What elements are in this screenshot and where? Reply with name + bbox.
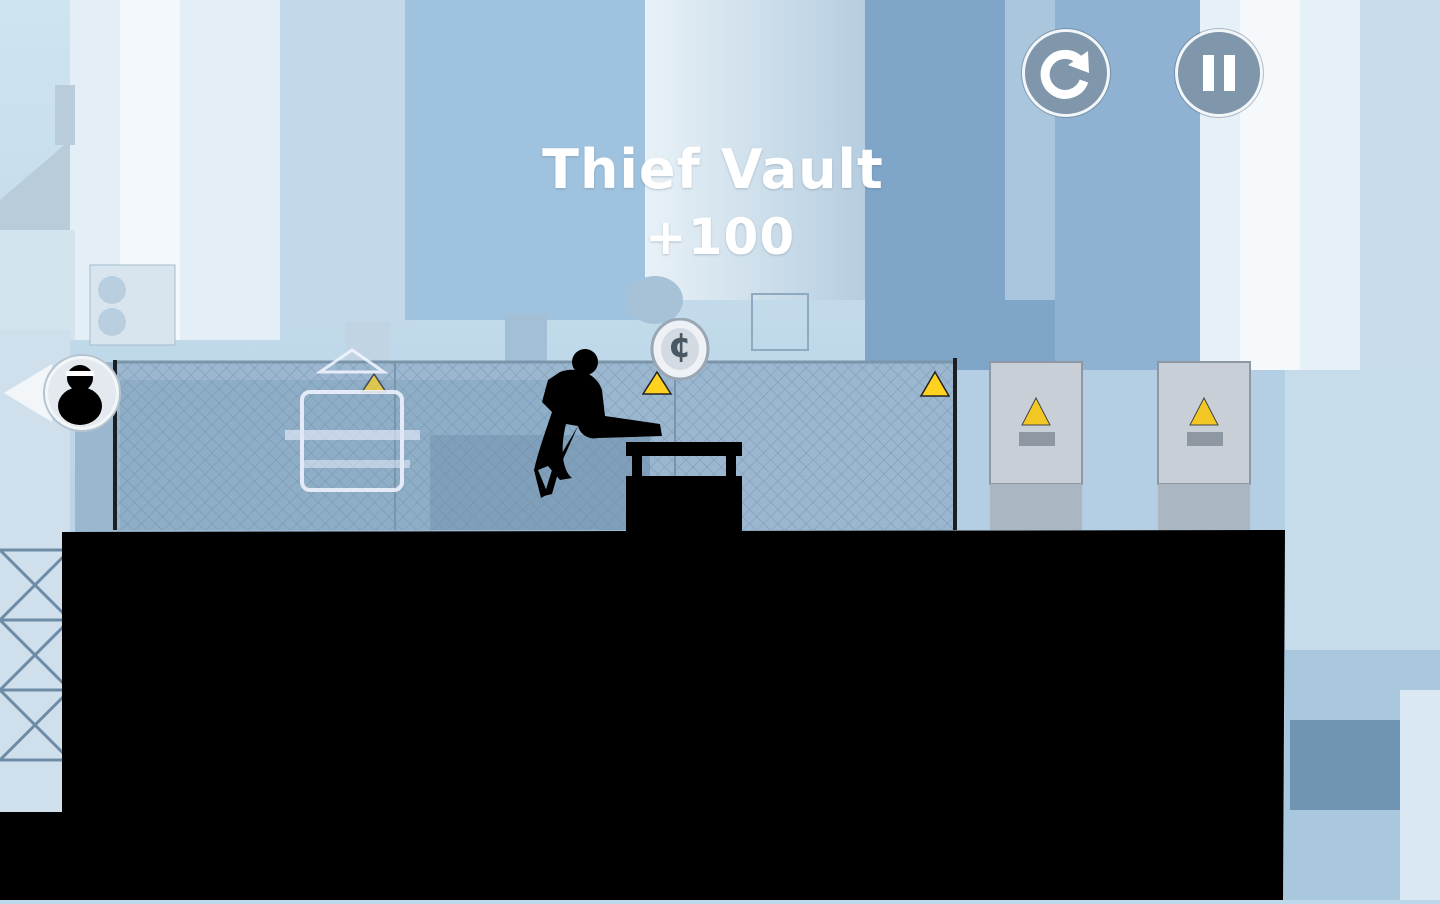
restart-button[interactable] — [1022, 29, 1110, 117]
coin-symbol: ¢ — [668, 326, 692, 366]
electrical-box — [989, 361, 1083, 530]
game-scene: ¢ Thief Vault +100 — [0, 0, 1440, 900]
rooftop-silhouette — [0, 530, 1285, 900]
hunter-head-icon — [4, 354, 121, 432]
pause-button[interactable] — [1175, 29, 1263, 117]
trick-score: +100 — [644, 208, 796, 266]
trick-name: Thief Vault — [542, 138, 884, 201]
hunter-indicator — [0, 352, 124, 434]
restart-icon — [1040, 49, 1089, 99]
coin-pickup: ¢ — [650, 317, 710, 381]
city-background — [0, 0, 1440, 900]
electrical-box — [1157, 361, 1251, 530]
pause-icon — [1203, 55, 1235, 91]
vault-obstacle — [626, 442, 742, 532]
chain-link-fence — [115, 362, 955, 530]
